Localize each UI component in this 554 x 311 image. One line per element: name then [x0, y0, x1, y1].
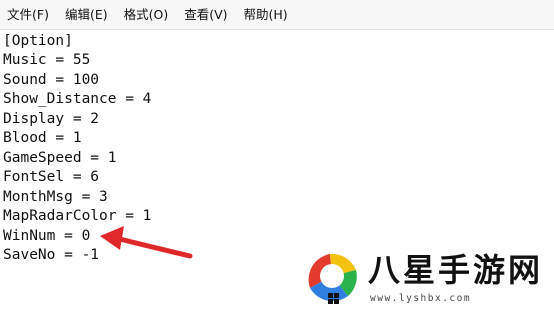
watermark: 八星手游网 www.lyshbx.com [300, 240, 550, 310]
watermark-brand: 八星手游网 [368, 251, 544, 289]
watermark-site: www.lyshbx.com [370, 293, 472, 304]
colorful-logo-icon [308, 253, 357, 304]
